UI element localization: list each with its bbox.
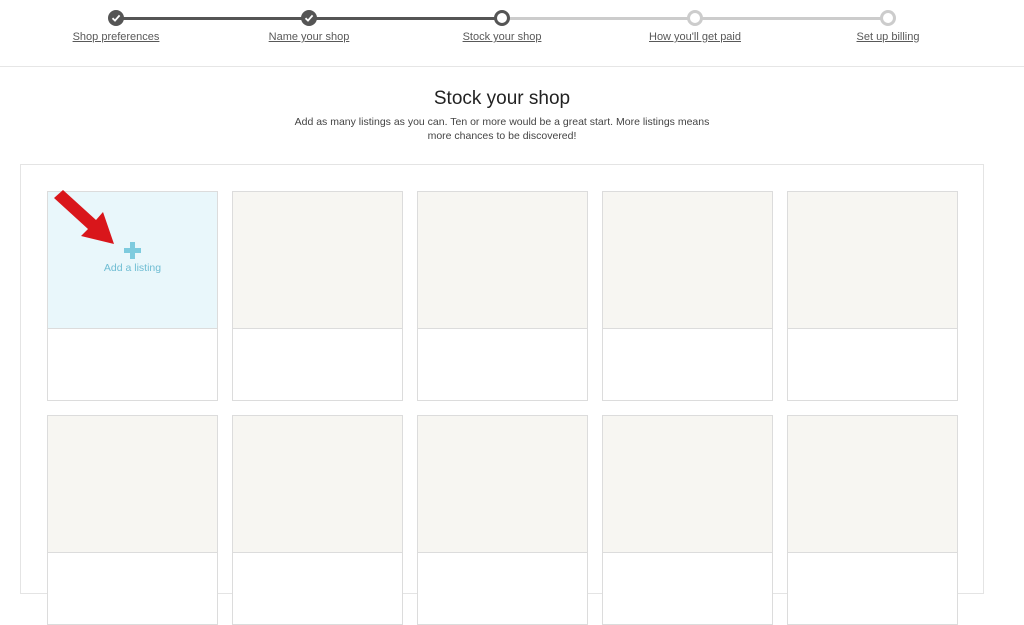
step-completed-icon (108, 10, 124, 26)
checkmark-icon (304, 14, 314, 22)
listing-photo-placeholder (603, 416, 772, 553)
listing-placeholder-card (787, 191, 958, 401)
listing-photo-placeholder (418, 192, 587, 329)
red-arrow-icon (54, 190, 114, 244)
listing-photo-placeholder (788, 192, 957, 329)
listing-photo-placeholder (603, 192, 772, 329)
step-completed-icon (301, 10, 317, 26)
step-link-name-your-shop[interactable]: Name your shop (269, 31, 350, 43)
step-current-icon (494, 10, 510, 26)
listing-placeholder-card (232, 191, 403, 401)
plus-icon[interactable] (124, 242, 141, 259)
step-link-set-up-billing[interactable]: Set up billing (857, 31, 920, 43)
listing-placeholder-card (417, 415, 588, 625)
listing-photo-placeholder (418, 416, 587, 553)
listing-photo-placeholder (788, 416, 957, 553)
listings-panel: Add a listing (20, 164, 984, 625)
listing-placeholder-card (602, 415, 773, 625)
listing-placeholder-card (417, 191, 588, 401)
step-link-shop-preferences[interactable]: Shop preferences (73, 31, 160, 43)
page-subtitle: Add as many listings as you can. Ten or … (294, 116, 710, 142)
step-link-stock-your-shop[interactable]: Stock your shop (463, 31, 542, 43)
add-listing-label[interactable]: Add a listing (48, 262, 217, 274)
listing-photo-placeholder (233, 416, 402, 553)
step-upcoming-icon (880, 10, 896, 26)
progress-header: Shop preferences Name your shop Stock yo… (0, 0, 1024, 67)
page-title: Stock your shop (433, 88, 571, 109)
checkmark-icon (111, 14, 121, 22)
listing-placeholder-card (232, 415, 403, 625)
step-upcoming-icon (687, 10, 703, 26)
listing-placeholder-card (47, 415, 218, 625)
listing-photo-placeholder (48, 416, 217, 553)
listing-placeholder-card (602, 191, 773, 401)
listing-photo-placeholder (233, 192, 402, 329)
step-link-how-youll-get-paid[interactable]: How you'll get paid (649, 31, 741, 43)
listing-placeholder-card (787, 415, 958, 625)
